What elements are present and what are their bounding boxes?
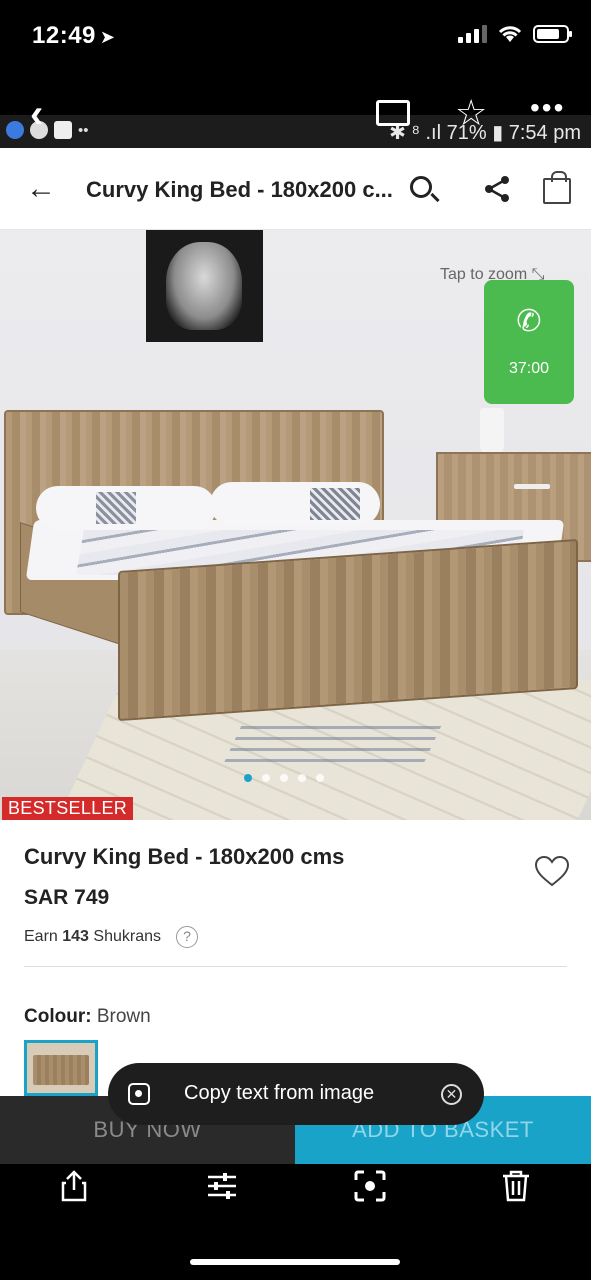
wifi-icon [498, 26, 522, 42]
bestseller-badge: BESTSELLER [2, 797, 134, 820]
earn-suffix: Shukrans [93, 928, 161, 945]
colour-swatch-brown[interactable] [24, 1040, 98, 1096]
back-arrow-icon[interactable]: ← [26, 172, 56, 206]
product-title: Curvy King Bed - 180x200 cms [24, 844, 345, 869]
pillow-right [210, 482, 380, 526]
app-header: ← Curvy King Bed - 180x200 c... [0, 148, 591, 230]
close-icon[interactable]: ✕ [441, 1084, 462, 1105]
copy-text-toast[interactable]: Copy text from image ✕ [108, 1063, 484, 1125]
colour-selector-label: Colour: Brown [24, 1006, 151, 1028]
android-status-strip: •• ✱ ⁸ .ıl 71% ▮ 7:54 pm [0, 115, 591, 148]
vase [480, 408, 504, 456]
trash-icon[interactable] [498, 1168, 534, 1204]
scan-text-icon[interactable] [352, 1168, 388, 1204]
gallery-icon [54, 121, 72, 139]
text-scan-icon [128, 1083, 150, 1105]
call-timer: 37:00 [508, 360, 550, 377]
call-widget[interactable]: ✆ 37:00 [484, 280, 574, 404]
colour-label: Colour: [24, 1006, 92, 1027]
earn-amount: 143 [62, 928, 89, 945]
wishlist-heart-icon[interactable] [533, 854, 571, 888]
ios-status-bar: 12:49 ➤ [0, 0, 591, 80]
time-text: 12:49 [32, 22, 96, 49]
divider [24, 966, 567, 967]
help-icon[interactable]: ? [176, 926, 198, 948]
earn-prefix: Earn [24, 928, 58, 945]
favorite-star-icon[interactable]: ☆ [455, 92, 487, 134]
carousel-dots[interactable] [244, 774, 324, 782]
battery-icon [533, 25, 572, 43]
toast-text[interactable]: Copy text from image [184, 1082, 374, 1105]
product-price: SAR 749 [24, 886, 110, 909]
shukrans-earn: Earn 143 Shukrans [24, 928, 161, 946]
carousel-dot[interactable] [316, 774, 324, 782]
pillow-left [36, 486, 216, 530]
carousel-dot[interactable] [262, 774, 270, 782]
more-options-icon[interactable]: ••• [530, 92, 565, 124]
messenger-icon [6, 121, 24, 139]
cast-icon[interactable] [376, 100, 410, 126]
product-details: Curvy King Bed - 180x200 cms SAR 749 Ear… [0, 820, 591, 1096]
bag-icon[interactable] [543, 171, 571, 204]
elephant-painting [146, 230, 263, 342]
more-notifications: •• [78, 121, 89, 139]
carousel-dot[interactable] [244, 774, 252, 782]
status-indicators [458, 24, 572, 44]
product-image[interactable]: Tap to zoom ⤡ ✆ 37:00 BESTSELLER [0, 230, 591, 820]
colour-value: Brown [96, 1006, 151, 1027]
status-time: 12:49 ➤ [32, 22, 115, 50]
search-icon[interactable] [410, 176, 432, 198]
home-indicator[interactable] [190, 1259, 400, 1265]
phone-call-icon: ✆ [516, 305, 542, 338]
adjust-icon[interactable] [204, 1168, 240, 1204]
android-notification-icons: •• [6, 121, 89, 139]
share-icon[interactable] [482, 174, 512, 204]
page-title: Curvy King Bed - 180x200 c... [86, 177, 393, 202]
viewer-back-icon[interactable]: ‹ [30, 94, 43, 134]
carousel-dot[interactable] [280, 774, 288, 782]
share-out-icon[interactable] [56, 1168, 92, 1204]
signal-icon [458, 25, 487, 43]
location-arrow-icon: ➤ [99, 27, 116, 47]
carousel-dot[interactable] [298, 774, 306, 782]
